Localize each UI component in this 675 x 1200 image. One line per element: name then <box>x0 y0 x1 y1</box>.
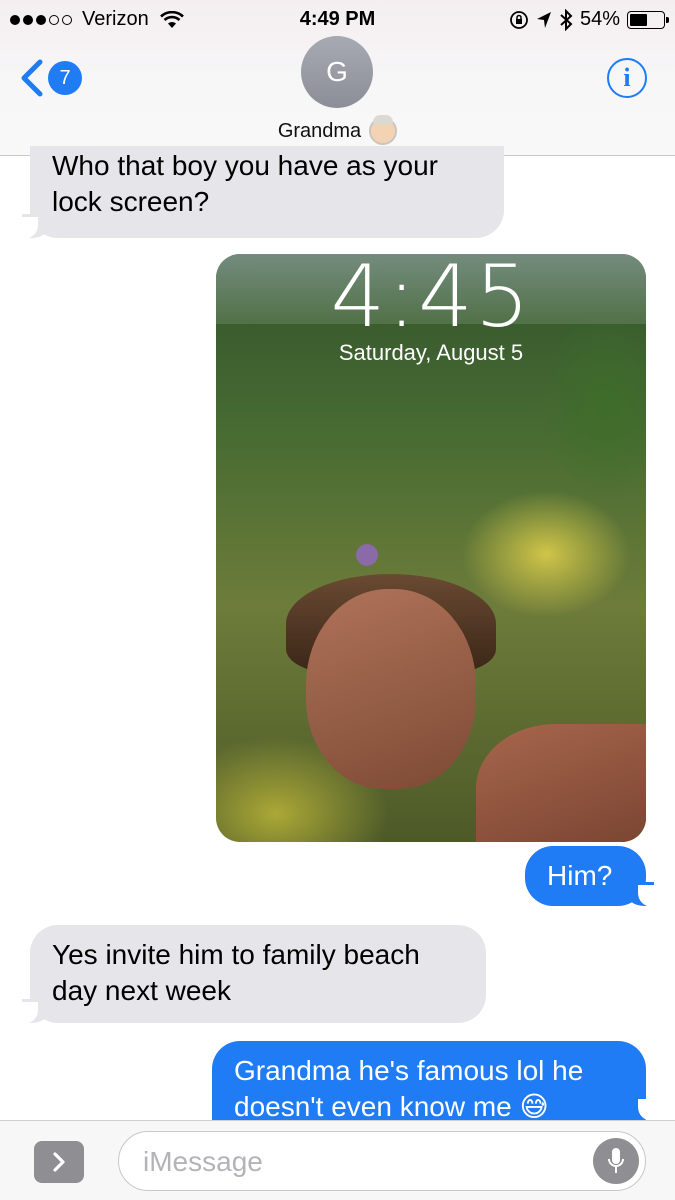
info-button[interactable]: i <box>607 58 647 98</box>
lock-screen-date: Saturday, August 5 <box>338 340 524 365</box>
status-bar: Verizon 4:49 PM 54% <box>0 0 675 38</box>
contact-name-row[interactable]: Grandma <box>0 115 675 145</box>
message-text-line: day next week <box>52 975 231 1006</box>
chevron-left-icon <box>21 59 43 97</box>
message-text-line: Who that boy you have as your <box>52 150 438 181</box>
message-input[interactable] <box>143 1144 583 1180</box>
older-woman-emoji-icon <box>369 115 398 145</box>
flower-icon <box>356 544 378 566</box>
contact-name: Grandma <box>277 119 362 142</box>
message-text-line: doesn't even know me 😅 <box>234 1091 549 1120</box>
message-bubble-incoming[interactable]: Yes invite him to family beach day next … <box>16 925 486 1024</box>
bluetooth-icon <box>560 8 573 31</box>
message-bubble-outgoing[interactable]: Grandma he's famous lol he doesn't even … <box>212 1041 646 1120</box>
lock-screen-time: 4:45 <box>330 254 532 347</box>
message-text-line: lock screen? <box>52 186 210 217</box>
lock-screen-image[interactable]: 4:45 Saturday, August 5 <box>216 254 646 842</box>
message-text-line: Yes invite him to family beach <box>52 939 420 970</box>
message-text-line: Grandma he's famous lol he <box>234 1055 584 1086</box>
microphone-icon <box>608 1148 624 1173</box>
expand-apps-button[interactable] <box>34 1141 84 1183</box>
message-bubble-incoming[interactable]: Who that boy you have as your lock scree… <box>16 146 504 239</box>
message-bubble-outgoing[interactable]: Him? <box>525 846 660 907</box>
battery-icon <box>627 10 669 29</box>
location-icon <box>536 11 551 28</box>
unread-count-badge: 7 <box>48 61 82 95</box>
dictation-button[interactable] <box>593 1138 639 1184</box>
chevron-right-icon <box>53 1152 65 1172</box>
message-field[interactable] <box>118 1131 646 1191</box>
composer-bar <box>0 1120 675 1200</box>
contact-avatar[interactable]: G <box>301 36 373 108</box>
message-text: Him? <box>547 860 613 891</box>
rotation-lock-icon <box>510 10 528 29</box>
back-button[interactable]: 7 <box>18 58 82 98</box>
battery-percent: 54% <box>579 8 620 30</box>
